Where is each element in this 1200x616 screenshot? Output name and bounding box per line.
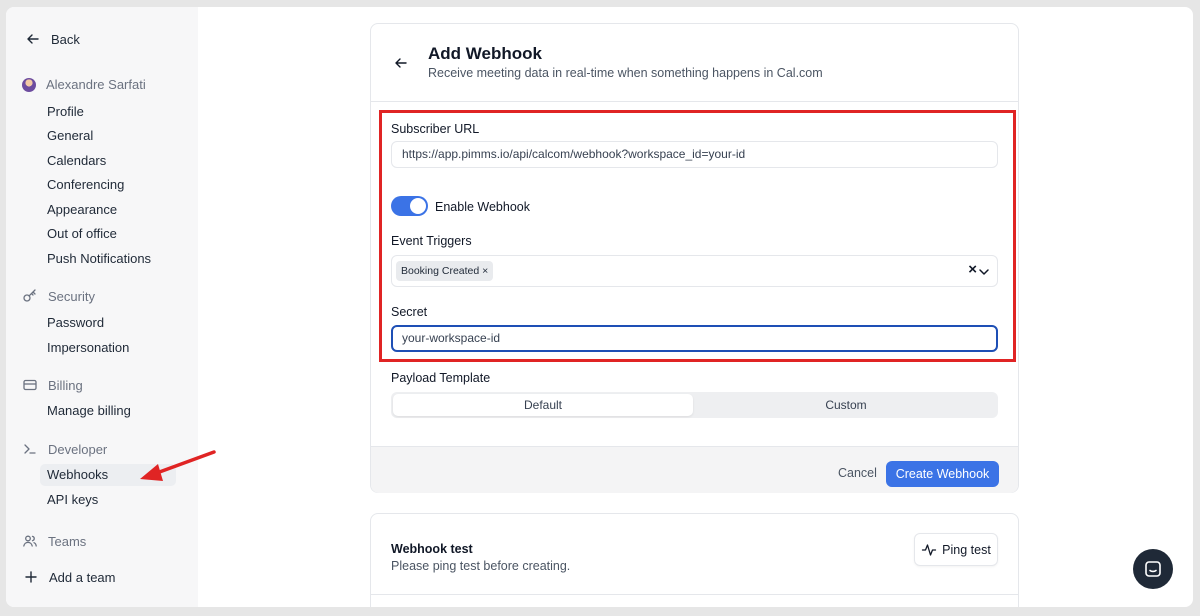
webhook-test-card: Webhook test Please ping test before cre… — [370, 513, 1019, 607]
sidebar-item-api-keys[interactable]: API keys — [40, 489, 176, 511]
sidebar-item-webhooks[interactable]: Webhooks — [40, 464, 176, 486]
sidebar-group-developer: Developer — [22, 441, 107, 457]
key-icon — [22, 288, 38, 304]
sidebar-group-billing: Billing — [22, 377, 83, 393]
add-team-label: Add a team — [49, 569, 116, 585]
ping-test-button[interactable]: Ping test — [914, 533, 998, 566]
plus-icon — [23, 569, 39, 585]
payload-template-switch: Default Custom — [391, 392, 998, 418]
user-name: Alexandre Sarfati — [46, 77, 146, 92]
chat-launcher-button[interactable] — [1133, 549, 1173, 589]
page-title: Add Webhook — [428, 44, 542, 63]
activity-icon — [921, 542, 937, 558]
webhook-test-title: Webhook test — [391, 542, 473, 556]
test-divider — [371, 594, 1018, 595]
billing-label: Billing — [48, 377, 83, 393]
sidebar-item-profile[interactable]: Profile — [40, 101, 176, 123]
sidebar-group-user: Alexandre Sarfati — [22, 77, 146, 92]
page-subtitle: Receive meeting data in real-time when s… — [428, 66, 823, 80]
sidebar-item-impersonation[interactable]: Impersonation — [40, 337, 176, 359]
sidebar-item-appearance[interactable]: Appearance — [40, 199, 176, 221]
security-label: Security — [48, 288, 95, 304]
back-link[interactable]: Back — [25, 31, 80, 47]
chat-icon — [1143, 559, 1163, 579]
sidebar-item-password[interactable]: Password — [40, 312, 176, 334]
sidebar-item-calendars[interactable]: Calendars — [40, 150, 176, 172]
header-back-icon[interactable] — [393, 55, 409, 71]
sidebar-item-out-of-office[interactable]: Out of office — [40, 223, 176, 245]
create-webhook-button[interactable]: Create Webhook — [886, 461, 999, 487]
credit-card-icon — [22, 377, 38, 393]
users-icon — [22, 533, 38, 549]
sidebar-item-manage-billing[interactable]: Manage billing — [40, 400, 176, 422]
form-footer: Cancel Create Webhook — [371, 446, 1018, 493]
add-team-button[interactable]: Add a team — [23, 569, 116, 585]
arrow-left-icon — [25, 31, 41, 47]
payload-default-option[interactable]: Default — [393, 394, 693, 416]
highlight-box — [379, 110, 1016, 362]
terminal-icon — [22, 441, 38, 457]
webhook-test-subtitle: Please ping test before creating. — [391, 559, 571, 573]
back-label: Back — [51, 31, 80, 47]
cancel-button[interactable]: Cancel — [838, 466, 877, 480]
sidebar-group-teams[interactable]: Teams — [22, 533, 86, 549]
sidebar-item-push-notifications[interactable]: Push Notifications — [40, 248, 176, 270]
developer-label: Developer — [48, 441, 108, 457]
payload-custom-option[interactable]: Custom — [696, 394, 996, 416]
ping-test-label: Ping test — [942, 542, 991, 557]
sidebar-item-conferencing[interactable]: Conferencing — [40, 174, 176, 196]
sidebar-item-general[interactable]: General — [40, 125, 176, 147]
avatar — [22, 77, 36, 92]
header-divider — [371, 101, 1018, 102]
sidebar-group-security: Security — [22, 288, 95, 304]
teams-label: Teams — [48, 533, 87, 549]
settings-sidebar: Back Alexandre Sarfati Profile General C… — [6, 7, 198, 607]
payload-template-label: Payload Template — [391, 371, 491, 385]
